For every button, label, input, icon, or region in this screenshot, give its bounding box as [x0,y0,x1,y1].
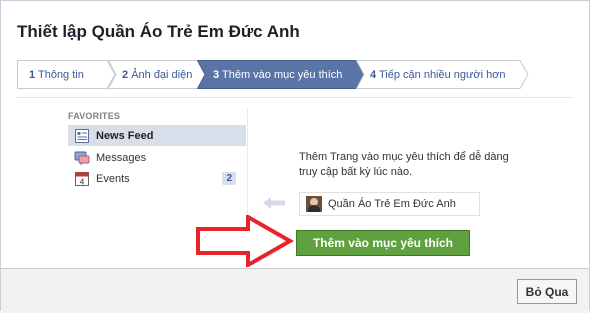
step-2[interactable]: 2 Ảnh đại diện [108,60,215,89]
events-icon: 4 [74,171,90,187]
favorites-label: FAVORITES [68,111,121,121]
sidebar-item-events[interactable]: 4 Events 2 [68,168,246,189]
step-1[interactable]: 1 Thông tin [17,60,116,89]
sidebar-item-news-feed[interactable]: News Feed [68,125,246,146]
step-4[interactable]: 4 Tiếp cận nhiều người hơn [356,60,529,89]
events-count-badge: 2 [222,172,236,185]
step-3-active[interactable]: 3 Thêm vào mục yêu thích [197,60,365,89]
page-preview-item: Quần Áo Trẻ Em Đức Anh [299,192,480,216]
dialog-footer [1,268,589,313]
messages-icon [74,150,90,166]
step-3-number: 3 [213,68,220,81]
red-arrow-annotation-icon [196,215,294,267]
dialog-title: Thiết lập Quần Áo Trẻ Em Đức Anh [17,22,300,41]
events-calendar-day: 4 [80,177,85,186]
page-name: Quần Áo Trẻ Em Đức Anh [328,198,456,210]
add-to-favorites-button[interactable]: Thêm vào mục yêu thích [296,230,470,256]
step-1-label: Thông tin [37,68,84,81]
left-arrow-icon [263,197,285,209]
sidebar-item-label: News Feed [96,129,154,142]
news-feed-icon [74,128,90,144]
favorites-description: Thêm Trang vào mục yêu thích để dễ dàng … [299,151,509,178]
sidebar-item-label: Events [96,172,130,185]
step-4-number: 4 [370,68,377,81]
step-2-number: 2 [122,68,129,81]
step-1-number: 1 [29,68,36,81]
step-2-label: Ảnh đại diện [131,68,193,81]
page-avatar [306,196,322,212]
step-divider [17,97,573,98]
skip-button[interactable]: Bỏ Qua [517,279,577,304]
sidebar-item-messages[interactable]: Messages [68,147,246,168]
step-4-label: Tiếp cận nhiều người hơn [378,68,506,81]
sidebar-item-label: Messages [96,151,147,164]
step-wizard: 1 Thông tin 2 Ảnh đại diện 3 Thêm vào mụ… [17,60,572,89]
step-3-label: Thêm vào mục yêu thích [221,68,343,81]
